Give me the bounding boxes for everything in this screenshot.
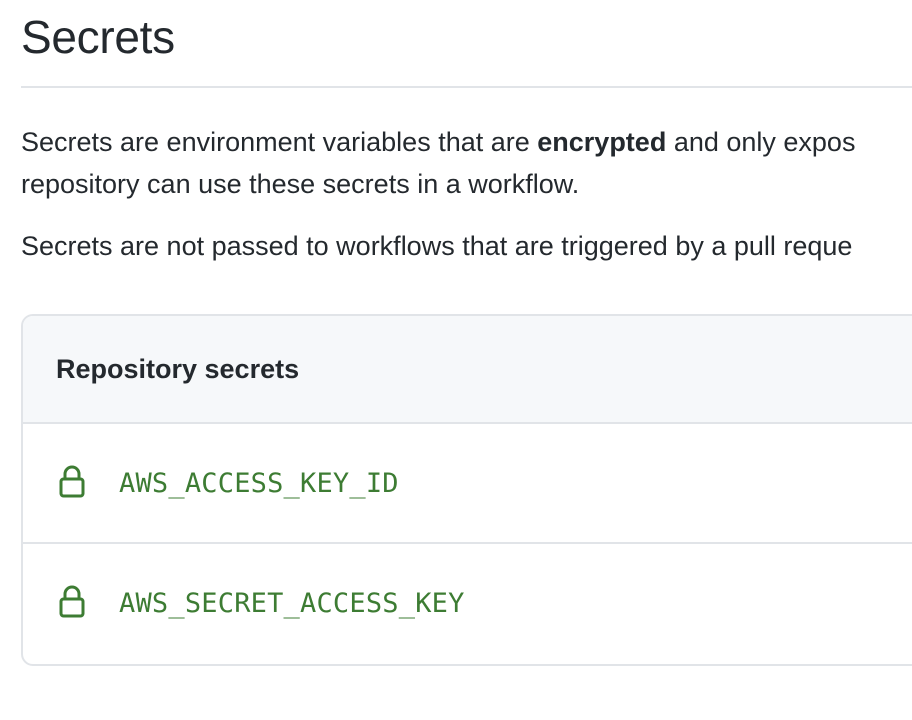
secret-name: AWS_SECRET_ACCESS_KEY <box>119 587 465 619</box>
secrets-description: Secrets are environment variables that a… <box>21 121 855 205</box>
lock-icon <box>59 584 85 618</box>
secret-row[interactable]: AWS_ACCESS_KEY_ID <box>23 424 912 544</box>
pull-request-note: Secrets are not passed to workflows that… <box>21 231 853 261</box>
lock-icon <box>59 464 85 498</box>
repository-secrets-heading: Repository secrets <box>56 353 300 384</box>
page-title: Secrets <box>21 11 175 63</box>
secrets-page: Secrets Secrets are environment variable… <box>21 0 912 720</box>
description-text: Secrets are environment variables that a… <box>21 127 538 157</box>
repository-secrets-box: Repository secrets AWS_ACCESS_KEY_ID AWS… <box>21 314 912 666</box>
encrypted-emphasis: encrypted <box>537 127 667 157</box>
title-divider <box>21 86 912 88</box>
description-text-cont: and only expos <box>666 127 856 157</box>
secret-row[interactable]: AWS_SECRET_ACCESS_KEY <box>23 544 912 662</box>
repository-secrets-header: Repository secrets <box>23 316 912 424</box>
secret-name: AWS_ACCESS_KEY_ID <box>119 467 399 499</box>
description-text-line2: repository can use these secrets in a wo… <box>21 169 580 199</box>
